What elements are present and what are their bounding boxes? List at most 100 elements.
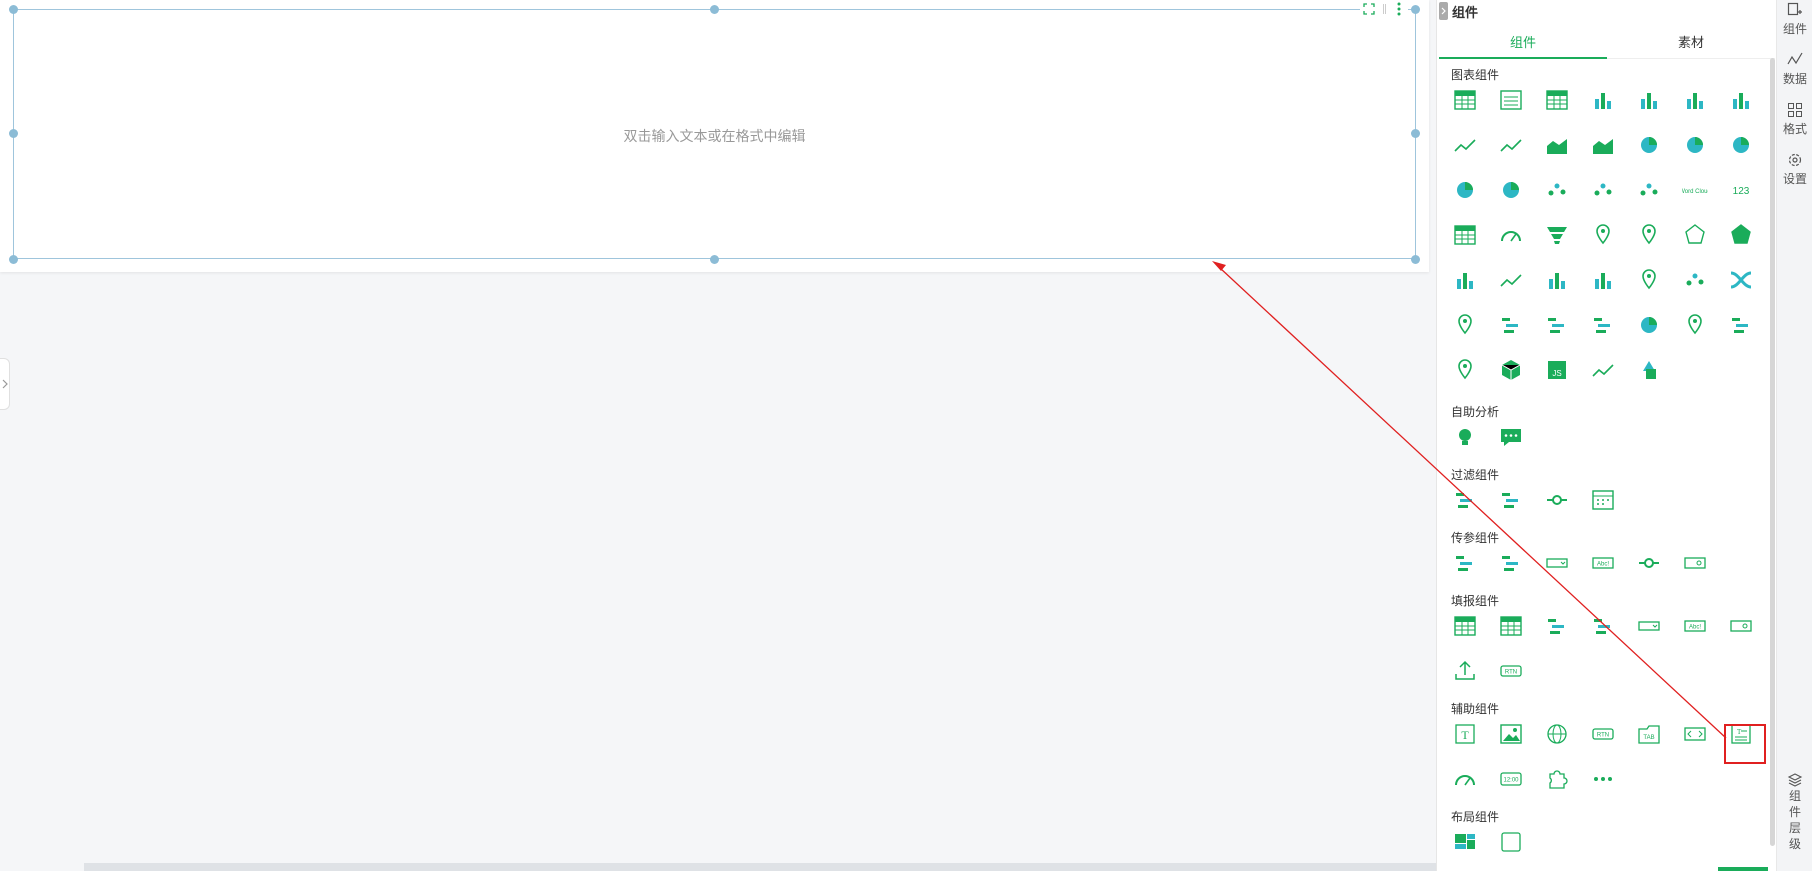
rail-item-components[interactable]: 组件 xyxy=(1777,2,1812,37)
text-box-icon[interactable]: T xyxy=(1447,716,1483,752)
filled-radar-icon[interactable] xyxy=(1723,217,1759,253)
code-embed-icon[interactable] xyxy=(1677,716,1713,752)
rail-item-layers[interactable]: 组件层级 xyxy=(1777,772,1812,852)
param-list-icon[interactable] xyxy=(1447,545,1483,581)
web-page-icon[interactable] xyxy=(1539,716,1575,752)
panel-collapse-button[interactable] xyxy=(1439,2,1448,20)
dot-matrix-icon[interactable] xyxy=(1585,172,1621,208)
more-icon[interactable] xyxy=(1585,761,1621,797)
multi-line-icon[interactable] xyxy=(1493,127,1529,163)
filter-list-icon[interactable] xyxy=(1447,482,1483,518)
plugin-icon[interactable] xyxy=(1539,761,1575,797)
horizontal-scrollbar[interactable] xyxy=(84,863,1436,871)
bubble-chart-icon[interactable] xyxy=(1631,172,1667,208)
resize-handle-bottom[interactable] xyxy=(710,255,719,264)
button-icon[interactable]: RTN xyxy=(1585,716,1621,752)
world-map-icon[interactable] xyxy=(1585,217,1621,253)
fill-button-icon[interactable]: RTN xyxy=(1493,653,1529,689)
route-map-icon[interactable] xyxy=(1447,352,1483,388)
resize-handle-bottom-right[interactable] xyxy=(1411,255,1420,264)
gauge-icon[interactable] xyxy=(1493,217,1529,253)
resize-handle-top-left[interactable] xyxy=(9,5,18,14)
kpi-number-icon[interactable]: 123 xyxy=(1723,172,1759,208)
filter-slider-icon[interactable] xyxy=(1539,482,1575,518)
step-line-icon[interactable] xyxy=(1493,262,1529,298)
map-marker-icon[interactable] xyxy=(1631,217,1667,253)
location-pin-icon[interactable] xyxy=(1677,307,1713,343)
radar-icon[interactable] xyxy=(1677,217,1713,253)
stacked-bar-icon[interactable] xyxy=(1631,82,1667,118)
candlestick-icon[interactable] xyxy=(1723,307,1759,343)
shapes-icon[interactable] xyxy=(1631,352,1667,388)
resize-handle-top-right[interactable] xyxy=(1411,5,1420,14)
gantt-icon[interactable] xyxy=(1539,307,1575,343)
text-widget[interactable]: 双击输入文本或在格式中编辑 xyxy=(0,0,1429,272)
heat-map-icon[interactable] xyxy=(1447,307,1483,343)
scatter-icon[interactable] xyxy=(1539,172,1575,208)
histogram-icon[interactable] xyxy=(1539,262,1575,298)
param-tree-icon[interactable] xyxy=(1493,545,1529,581)
area-chart-icon[interactable] xyxy=(1539,127,1575,163)
drag-handle[interactable] xyxy=(1381,1,1387,17)
waterfall-icon[interactable] xyxy=(1447,262,1483,298)
tab-materials[interactable]: 素材 xyxy=(1607,24,1775,58)
combo-bar-icon[interactable] xyxy=(1677,82,1713,118)
layout-grid-icon[interactable] xyxy=(1447,824,1483,860)
rail-item-settings[interactable]: 设置 xyxy=(1777,152,1812,187)
resize-handle-top[interactable] xyxy=(710,5,719,14)
text-placeholder[interactable]: 双击输入文本或在格式中编辑 xyxy=(0,126,1429,146)
stacked-column-icon[interactable] xyxy=(1723,82,1759,118)
filter-date-icon[interactable] xyxy=(1585,482,1621,518)
fill-tree-icon[interactable] xyxy=(1585,608,1621,644)
funnel-icon[interactable] xyxy=(1539,217,1575,253)
param-text-icon[interactable]: Abc! xyxy=(1585,545,1621,581)
insight-bulb-icon[interactable] xyxy=(1447,419,1483,455)
number-table-icon[interactable] xyxy=(1447,217,1483,253)
chat-analysis-icon[interactable] xyxy=(1493,419,1529,455)
rail-item-data[interactable]: 数据 xyxy=(1777,52,1812,87)
resize-handle-bottom-left[interactable] xyxy=(9,255,18,264)
3d-cube-icon[interactable] xyxy=(1493,352,1529,388)
image-icon[interactable] xyxy=(1493,716,1529,752)
bar-chart-icon[interactable] xyxy=(1585,82,1621,118)
tab-components[interactable]: 组件 xyxy=(1439,24,1607,59)
fill-list-icon[interactable] xyxy=(1539,608,1575,644)
ring-progress-icon[interactable] xyxy=(1493,172,1529,208)
param-dropdown-icon[interactable] xyxy=(1539,545,1575,581)
upload-icon[interactable] xyxy=(1447,653,1483,689)
rose-chart-icon[interactable] xyxy=(1447,172,1483,208)
rail-item-format[interactable]: 格式 xyxy=(1777,102,1812,137)
boxplot-icon[interactable] xyxy=(1585,262,1621,298)
trend-scatter-icon[interactable] xyxy=(1585,352,1621,388)
fill-edit-table-icon[interactable] xyxy=(1493,608,1529,644)
table-icon[interactable] xyxy=(1447,82,1483,118)
canvas-area[interactable]: 双击输入文本或在格式中编辑 xyxy=(0,0,1436,871)
layout-container-icon[interactable] xyxy=(1493,824,1529,860)
sankey-icon[interactable] xyxy=(1723,262,1759,298)
crosstab-icon[interactable] xyxy=(1493,82,1529,118)
fill-dropdown-icon[interactable] xyxy=(1631,608,1667,644)
fullscreen-button[interactable] xyxy=(1360,1,1378,17)
treemap-icon[interactable] xyxy=(1631,262,1667,298)
pie-chart-icon[interactable] xyxy=(1631,127,1667,163)
grouped-table-icon[interactable] xyxy=(1539,82,1575,118)
3d-pie-icon[interactable] xyxy=(1677,127,1713,163)
param-search-icon[interactable] xyxy=(1677,545,1713,581)
js-chart-icon[interactable]: JS xyxy=(1539,352,1575,388)
tree-diagram-icon[interactable] xyxy=(1493,307,1529,343)
filter-tree-icon[interactable] xyxy=(1493,482,1529,518)
clock-icon[interactable]: 12:00 xyxy=(1493,761,1529,797)
fill-table-icon[interactable] xyxy=(1447,608,1483,644)
left-panel-toggle[interactable] xyxy=(0,358,10,410)
panel-scrollbar[interactable] xyxy=(1770,58,1775,846)
donut-chart-icon[interactable] xyxy=(1723,127,1759,163)
list-chart-icon[interactable] xyxy=(1585,307,1621,343)
param-range-icon[interactable] xyxy=(1631,545,1667,581)
line-chart-icon[interactable] xyxy=(1447,127,1483,163)
network-graph-icon[interactable] xyxy=(1677,262,1713,298)
fill-text-icon[interactable]: Abc! xyxy=(1677,608,1713,644)
stacked-area-icon[interactable] xyxy=(1585,127,1621,163)
word-cloud-icon[interactable]: Word Cloud xyxy=(1677,172,1713,208)
timer-icon[interactable] xyxy=(1447,761,1483,797)
more-options-button[interactable] xyxy=(1390,1,1408,17)
